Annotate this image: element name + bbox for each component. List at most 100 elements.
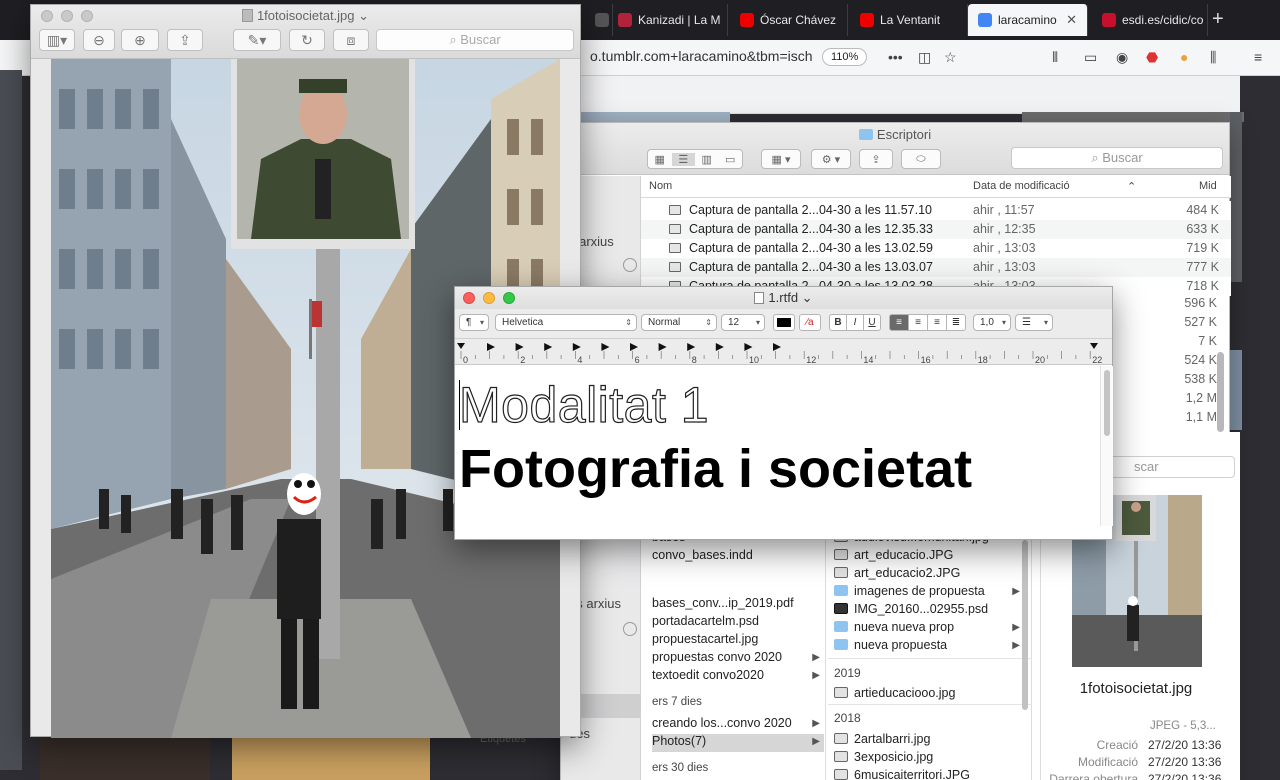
table-row[interactable]: Captura de pantalla 2...04-30 a les 13.0… [641, 239, 1231, 258]
list-item[interactable]: IMG_20160...02955.psd [834, 602, 1024, 620]
markup-pen-icon[interactable]: ✎▾ [233, 29, 281, 51]
ruler[interactable]: 0 2 4 6 8 10 12 14 16 18 20 22 [455, 339, 1112, 365]
toolbox-icon[interactable]: ⧈ [333, 29, 369, 51]
list-item[interactable]: 3exposicio.jpg [834, 750, 1024, 768]
tab-stop-marker[interactable] [487, 343, 495, 351]
list-item[interactable]: textoedit convo2020 ▶ [652, 668, 824, 686]
list-item[interactable]: propuestacartel.jpg [652, 632, 824, 650]
tab-stop-marker[interactable] [515, 343, 524, 351]
list-item[interactable]: nueva propuesta ▶ [834, 638, 1024, 656]
list-item[interactable]: 2artalbarri.jpg [834, 732, 1024, 750]
underline-button[interactable]: U [863, 314, 881, 331]
list-item[interactable]: artieducaciooo.jpg [834, 686, 1024, 704]
share-icon[interactable]: ⇪ [859, 149, 893, 169]
icon-view-icon[interactable]: ▦ [648, 153, 672, 166]
list-item[interactable]: creando los...convo 2020 ▶ [652, 716, 824, 734]
bookmark-star-icon[interactable]: ☆ [944, 49, 957, 66]
browser-tab[interactable]: esdi.es/cidic/co [1092, 4, 1208, 36]
font-family-select[interactable]: Helvetica ⇕ [495, 314, 637, 331]
ruler-label: 12 [806, 355, 816, 365]
list-style-select[interactable]: ☰ ▾ [1015, 314, 1053, 331]
list-item[interactable]: Photos(7) ▶ [652, 734, 824, 752]
zoom-in-icon[interactable]: ⊕ [121, 29, 159, 51]
new-tab-button[interactable]: + [1212, 8, 1224, 30]
tab-stop-marker[interactable] [630, 343, 638, 351]
sidebar-toggle-icon[interactable]: ▥▾ [39, 29, 75, 51]
list-item[interactable]: art_educacio.JPG [834, 548, 1024, 566]
finder-search-field[interactable]: ⌕ Buscar [1011, 147, 1223, 169]
preview-search-field[interactable]: ⌕ Buscar [376, 29, 574, 51]
table-row[interactable]: Captura de pantalla 2...04-30 a les 13.0… [641, 258, 1231, 277]
tab-stop-marker[interactable] [572, 343, 581, 351]
tab-stop-marker[interactable] [744, 343, 753, 351]
extension-icon[interactable]: ● [1180, 49, 1188, 65]
close-tab-icon[interactable]: ✕ [1066, 12, 1077, 28]
list-item[interactable]: portadacartelm.psd [652, 614, 824, 632]
list-item[interactable]: 6musicaiterritori.JPG [834, 768, 1024, 780]
group-by-icon[interactable]: ▦ ▾ [761, 149, 801, 169]
more-actions-icon[interactable]: ••• [888, 49, 903, 65]
library-icon[interactable]: ⦀ [1052, 49, 1058, 66]
tab-stop-marker[interactable] [658, 343, 667, 351]
align-left-icon[interactable]: ≡ [889, 314, 909, 331]
text-color-swatch[interactable] [773, 314, 795, 331]
highlight-color-icon[interactable]: ⁄a [799, 314, 821, 331]
tab-stop-marker[interactable] [773, 343, 781, 351]
pocket-icon[interactable]: ◫ [918, 49, 931, 66]
tab-stop-marker[interactable] [544, 343, 553, 351]
column-header-date[interactable]: Data de modificació [973, 180, 1070, 192]
zoom-out-icon[interactable]: ⊖ [83, 29, 115, 51]
align-right-icon[interactable]: ≡ [927, 314, 947, 331]
gallery-view-icon[interactable]: ▭ [719, 153, 743, 166]
browser-tab[interactable]: Kanizadi | La M [608, 4, 728, 36]
tab-stop-marker[interactable] [715, 343, 724, 351]
search-field[interactable]: scar [1101, 456, 1235, 478]
menu-icon[interactable]: ≡ [1254, 49, 1262, 65]
list-item[interactable]: propuestas convo 2020 ▶ [652, 650, 824, 668]
left-indent-marker[interactable] [457, 343, 465, 349]
document-line-1[interactable]: Modalitat 1 [458, 376, 709, 434]
italic-button[interactable]: I [846, 314, 864, 331]
column-header-size[interactable]: Mid [1199, 180, 1217, 192]
list-item[interactable]: art_educacio2.JPG [834, 566, 1024, 584]
finder-scrollbar[interactable] [1217, 352, 1224, 432]
bold-button[interactable]: B [829, 314, 847, 331]
account-icon[interactable]: ◉ [1116, 49, 1128, 66]
align-center-icon[interactable]: ≡ [908, 314, 928, 331]
textedit-scrollbar[interactable] [1100, 366, 1113, 526]
extension-bars-icon[interactable]: ⫼ [1210, 49, 1216, 66]
adblock-icon[interactable]: ⬣ [1146, 49, 1158, 66]
scrollbar-thumb[interactable] [1104, 370, 1110, 436]
list-item[interactable]: bases_conv...ip_2019.pdf [652, 596, 824, 614]
browser-tab[interactable]: La Ventanit [850, 4, 968, 36]
zoom-level[interactable]: 110% [822, 48, 868, 66]
column-header-name[interactable]: Nom [649, 180, 672, 192]
share-icon[interactable]: ⇪ [167, 29, 203, 51]
view-mode-switcher[interactable]: ▦ ☰ ▥ ▭ [647, 149, 743, 169]
line-spacing-select[interactable]: 1,0 ▾ [973, 314, 1011, 331]
text-document[interactable]: Modalitat 1 Fotografia i societat [455, 366, 1100, 526]
font-weight-select[interactable]: Normal ⇕ [641, 314, 717, 331]
column-scrollbar[interactable] [1022, 540, 1028, 710]
right-indent-marker[interactable] [1090, 343, 1098, 349]
tab-stop-marker[interactable] [601, 343, 610, 351]
tab-stop-marker[interactable] [687, 343, 696, 351]
document-line-2[interactable]: Fotografia i societat [459, 438, 972, 500]
table-row[interactable]: Captura de pantalla 2...04-30 a les 11.5… [641, 201, 1231, 220]
sidebar-icon[interactable]: ▭ [1084, 49, 1097, 66]
browser-tab[interactable]: Óscar Chávez [730, 4, 848, 36]
list-item[interactable]: nueva nueva prop ▶ [834, 620, 1024, 638]
tag-icon[interactable]: ⬭ [901, 149, 941, 169]
rotate-icon[interactable]: ↻ [289, 29, 325, 51]
font-size-select[interactable]: 12 ▾ [721, 314, 765, 331]
column-view-icon[interactable]: ▥ [695, 153, 719, 166]
gear-icon[interactable]: ⚙ ▾ [811, 149, 851, 169]
list-item[interactable]: imagenes de propuesta ▶ [834, 584, 1024, 602]
paragraph-style-select[interactable]: ¶ ▾ [459, 314, 489, 331]
list-view-icon[interactable]: ☰ [671, 152, 695, 166]
table-row[interactable]: Captura de pantalla 2...04-30 a les 12.3… [641, 220, 1231, 239]
align-justify-icon[interactable]: ≣ [946, 314, 966, 331]
list-item[interactable]: convo_bases.indd [652, 548, 824, 566]
browser-tab[interactable]: laracamino ✕ [968, 4, 1088, 36]
url-field[interactable]: o.tumblr.com+laracamino&tbm=isch [590, 48, 813, 64]
